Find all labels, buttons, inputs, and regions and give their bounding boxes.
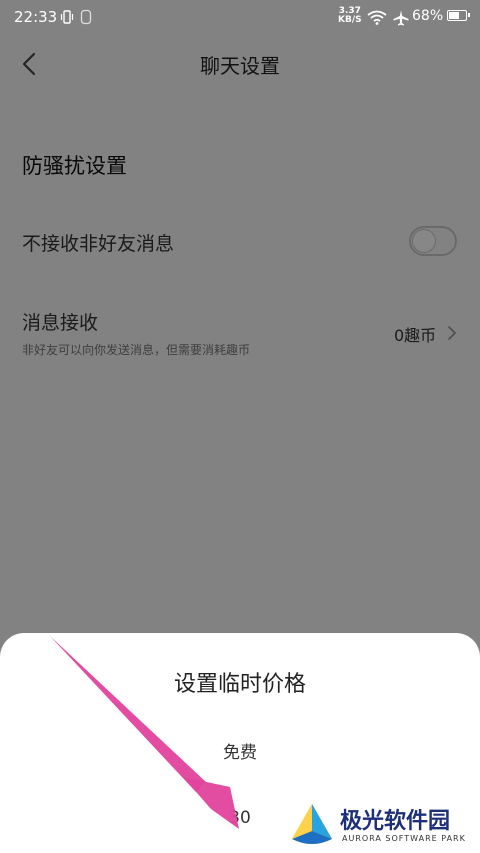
watermark-subtitle: AURORA SOFTWARE PARK: [342, 834, 466, 843]
airplane-mode-icon: [393, 10, 409, 26]
wifi-icon: [367, 10, 387, 25]
network-speed-unit: KB/S: [338, 15, 362, 25]
price-option-free[interactable]: 免费: [0, 738, 480, 763]
battery-icon: [447, 10, 470, 21]
watermark-name: 极光软件园: [340, 809, 451, 834]
network-speed: 3.37 KB/S: [338, 7, 362, 25]
watermark: 极光软件园 AURORA SOFTWARE PARK: [288, 801, 478, 853]
battery-fill: [449, 12, 460, 19]
battery-percent: 68%: [412, 8, 444, 24]
sheet-title: 设置临时价格: [173, 672, 306, 697]
aurora-logo-icon: [292, 804, 332, 844]
nfc-icon: [80, 9, 92, 25]
status-bar: 22:33 3.37 KB/S 68%: [0, 0, 480, 36]
status-time: 22:33: [14, 8, 58, 26]
vibrate-icon: [60, 10, 74, 24]
